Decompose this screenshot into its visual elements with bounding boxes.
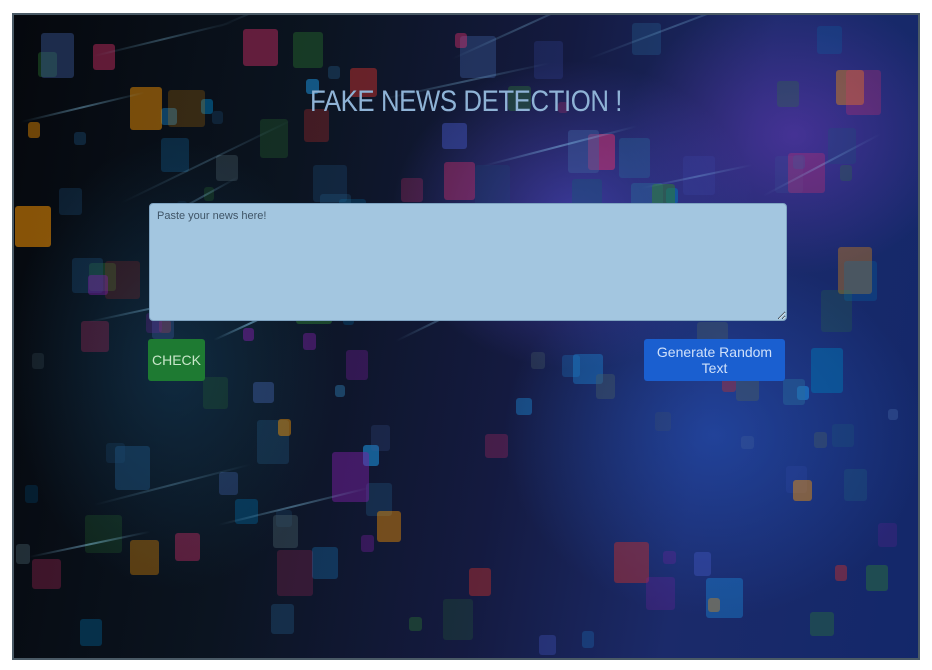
background-app-tile bbox=[175, 533, 200, 561]
background-app-tile bbox=[81, 321, 109, 352]
background-app-tile bbox=[485, 434, 508, 458]
background-app-tile bbox=[811, 348, 843, 393]
check-button[interactable]: CHECK bbox=[148, 339, 205, 381]
background-app-tile bbox=[844, 469, 867, 501]
background-app-tile bbox=[878, 523, 897, 547]
background-app-tile bbox=[455, 33, 467, 48]
background-app-tile bbox=[783, 379, 805, 405]
background-app-tile bbox=[840, 165, 852, 181]
background-app-tile bbox=[534, 41, 563, 79]
background-light-streak bbox=[215, 15, 381, 29]
background-app-tile bbox=[817, 26, 842, 54]
background-app-tile bbox=[253, 382, 274, 403]
background-app-tile bbox=[582, 631, 594, 648]
background-app-tile bbox=[646, 577, 675, 610]
background-app-tile bbox=[596, 374, 615, 399]
background-app-tile bbox=[694, 552, 711, 576]
background-app-tile bbox=[130, 540, 159, 575]
background-app-tile bbox=[273, 515, 298, 548]
background-app-tile bbox=[346, 350, 368, 380]
background-app-tile bbox=[74, 132, 86, 145]
background-app-tile bbox=[115, 446, 150, 490]
background-app-tile bbox=[793, 480, 812, 501]
background-app-tile bbox=[444, 162, 475, 200]
background-app-tile bbox=[243, 328, 254, 341]
background-app-tile bbox=[328, 66, 340, 79]
background-app-tile bbox=[93, 44, 115, 70]
background-app-tile bbox=[443, 599, 473, 640]
background-app-tile bbox=[377, 511, 401, 542]
generate-random-text-button[interactable]: Generate Random Text bbox=[644, 339, 785, 381]
background-light-streak bbox=[587, 15, 763, 60]
background-app-tile bbox=[312, 547, 338, 579]
background-app-tile bbox=[278, 419, 291, 436]
background-app-tile bbox=[88, 275, 108, 295]
background-app-tile bbox=[41, 33, 74, 78]
background-app-tile bbox=[85, 515, 122, 553]
background-app-tile bbox=[866, 565, 888, 591]
background-app-tile bbox=[469, 568, 491, 596]
background-app-tile bbox=[663, 551, 676, 564]
background-app-tile bbox=[619, 138, 650, 178]
background-app-tile bbox=[203, 377, 228, 409]
background-app-tile bbox=[539, 635, 556, 655]
background-app-tile bbox=[475, 165, 510, 207]
page-title: FAKE NEWS DETECTION ! bbox=[309, 85, 623, 118]
news-text-input[interactable] bbox=[149, 203, 787, 321]
background-app-tile bbox=[793, 155, 805, 169]
background-app-tile bbox=[243, 29, 278, 66]
background-app-tile bbox=[293, 32, 323, 68]
background-app-tile bbox=[335, 385, 345, 397]
background-app-tile bbox=[161, 138, 189, 172]
background-app-tile bbox=[361, 535, 374, 552]
background-app-tile bbox=[531, 352, 545, 369]
background-app-tile bbox=[835, 565, 847, 581]
background-app-tile bbox=[832, 424, 854, 447]
background-app-tile bbox=[562, 355, 580, 377]
background-app-tile bbox=[303, 333, 316, 350]
background-app-tile bbox=[25, 485, 38, 503]
page-frame: FAKE NEWS DETECTION ! CHECK Generate Ran… bbox=[12, 13, 920, 660]
background-app-tile bbox=[277, 550, 313, 596]
background-app-tile bbox=[80, 619, 102, 646]
background-app-tile bbox=[655, 412, 671, 431]
background-app-tile bbox=[271, 604, 294, 634]
background-app-tile bbox=[15, 206, 51, 247]
background-app-tile bbox=[16, 544, 30, 564]
background-app-tile bbox=[32, 353, 44, 369]
background-app-tile bbox=[888, 409, 898, 420]
background-app-tile bbox=[59, 188, 82, 215]
background-app-tile bbox=[371, 425, 390, 451]
background-app-tile bbox=[614, 542, 649, 583]
background-app-tile bbox=[401, 178, 423, 202]
background-app-tile bbox=[814, 432, 827, 448]
background-app-tile bbox=[844, 261, 877, 301]
background-light-streak bbox=[93, 21, 234, 57]
background-app-tile bbox=[219, 472, 238, 495]
background-app-tile bbox=[28, 122, 40, 138]
background-app-tile bbox=[442, 123, 467, 149]
background-app-tile bbox=[105, 261, 140, 299]
background-app-tile bbox=[32, 559, 61, 589]
background-app-tile bbox=[708, 598, 720, 612]
background-app-tile bbox=[741, 436, 754, 449]
background-app-tile bbox=[409, 617, 422, 631]
background-app-tile bbox=[516, 398, 532, 415]
background-app-tile bbox=[810, 612, 834, 636]
